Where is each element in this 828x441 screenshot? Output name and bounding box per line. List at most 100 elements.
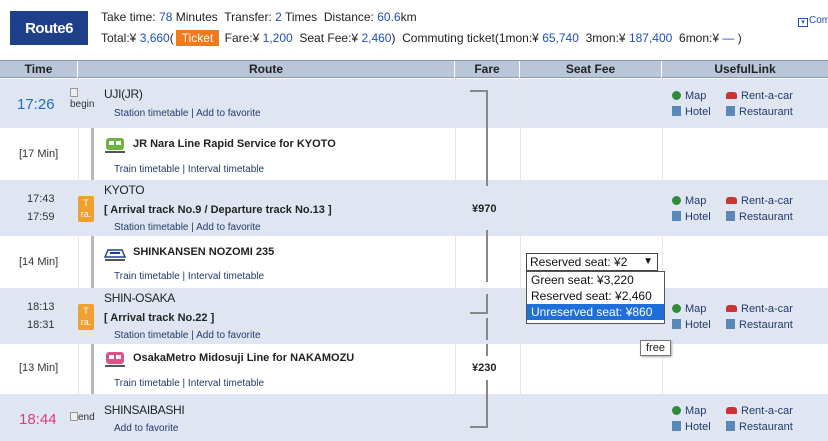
- rent-a-car-link[interactable]: Rent-a-car: [726, 90, 793, 102]
- hotel-link[interactable]: Hotel: [672, 106, 711, 118]
- transfer-value: 2: [275, 10, 282, 24]
- hotel-link-label: Hotel: [685, 421, 711, 433]
- train-links[interactable]: Train timetable | Interval timetable: [114, 164, 264, 175]
- hotel-link[interactable]: Hotel: [672, 211, 711, 223]
- paren-close: ): [391, 31, 396, 45]
- seat-type-select[interactable]: Reserved seat: ¥2 ▼: [526, 253, 658, 271]
- route-summary-header: Route6 Take time: 78 Minutes Transfer: 2…: [0, 0, 828, 56]
- hotel-link-label: Hotel: [685, 106, 711, 118]
- rent-a-car-link-label: Rent-a-car: [741, 405, 793, 417]
- station-links[interactable]: Station timetable | Add to favorite: [114, 330, 261, 341]
- ticket-button[interactable]: Ticket: [175, 30, 220, 46]
- end-paren: ): [737, 31, 742, 45]
- expand-icon: ▾: [798, 18, 808, 27]
- station-links[interactable]: Station timetable | Add to favorite: [114, 222, 261, 233]
- km-label: km: [400, 10, 417, 24]
- rent-a-car-link-label: Rent-a-car: [741, 90, 793, 102]
- restaurant-link[interactable]: Restaurant: [726, 421, 793, 433]
- hotel-icon: [672, 106, 681, 116]
- route-badge: Route6: [10, 11, 88, 45]
- subway-icon: [105, 352, 125, 367]
- restaurant-link[interactable]: Restaurant: [726, 211, 793, 223]
- station-links[interactable]: Add to favorite: [114, 423, 178, 434]
- departure-time: 17:59: [27, 211, 55, 223]
- map-link[interactable]: Map: [672, 90, 706, 102]
- column-divider: [455, 78, 456, 441]
- tooltip: free: [640, 340, 671, 356]
- hotel-icon: [672, 319, 681, 329]
- hotel-link[interactable]: Hotel: [672, 421, 711, 433]
- rent-a-car-link[interactable]: Rent-a-car: [726, 195, 793, 207]
- train-links[interactable]: Train timetable | Interval timetable: [114, 378, 264, 389]
- station-name[interactable]: SHIN-OSAKA: [104, 291, 175, 305]
- car-icon: [726, 92, 737, 99]
- fare-bracket: [486, 230, 488, 240]
- rent-a-car-link[interactable]: Rent-a-car: [726, 303, 793, 315]
- restaurant-icon: [726, 319, 735, 329]
- station-name[interactable]: SHINSAIBASHI: [104, 403, 185, 417]
- train-line-name: OsakaMetro Midosuji Line for NAKAMOZU: [133, 352, 355, 364]
- map-link[interactable]: Map: [672, 405, 706, 417]
- minutes-label: Minutes: [175, 10, 218, 24]
- restaurant-icon: [726, 106, 735, 116]
- mon3-value: 187,400: [628, 31, 673, 45]
- seat-option-unreserved[interactable]: Unreserved seat: ¥860: [527, 304, 664, 320]
- fare-bracket: [486, 318, 488, 340]
- arrival-time: 18:44: [19, 411, 57, 428]
- fare-bracket: [486, 240, 488, 282]
- col-seat-fee: Seat Fee: [520, 61, 662, 79]
- station-name[interactable]: UJI(JR): [104, 87, 143, 101]
- table-header: Time Route Fare Seat Fee UsefulLink: [0, 60, 828, 79]
- car-icon: [726, 197, 737, 204]
- restaurant-link[interactable]: Restaurant: [726, 106, 793, 118]
- train-links[interactable]: Train timetable | Interval timetable: [114, 271, 264, 282]
- begin-image-alt: begin: [70, 99, 95, 110]
- fare-bracket: [486, 132, 488, 174]
- train-line-name: JR Nara Line Rapid Service for KYOTO: [133, 138, 336, 150]
- rent-a-car-link-label: Rent-a-car: [741, 195, 793, 207]
- commuting-pass-link[interactable]: ▾ Com: [798, 15, 828, 27]
- hotel-link[interactable]: Hotel: [672, 319, 711, 331]
- fare-label: Fare:¥: [224, 31, 260, 45]
- hotel-link-label: Hotel: [685, 211, 711, 223]
- station-name[interactable]: KYOTO: [104, 183, 145, 197]
- map-link-label: Map: [685, 195, 707, 207]
- seat-option-reserved[interactable]: Reserved seat: ¥2,460: [527, 288, 664, 304]
- fare-bracket: [486, 344, 488, 356]
- restaurant-link[interactable]: Restaurant: [726, 319, 793, 331]
- paren-open: (: [169, 31, 174, 45]
- col-useful-link: UsefulLink: [714, 62, 776, 76]
- rent-a-car-link[interactable]: Rent-a-car: [726, 405, 793, 417]
- mon1-value: 65,740: [542, 31, 579, 45]
- map-link[interactable]: Map: [672, 303, 706, 315]
- commuting-pass-link-label: Com: [809, 15, 828, 26]
- arrival-time: 18:13: [27, 301, 55, 313]
- distance-label: Distance:: [323, 10, 374, 24]
- take-time-value: 78: [159, 10, 173, 24]
- route-track-line: [91, 344, 94, 394]
- fare-bracket: [470, 394, 488, 428]
- car-icon: [726, 305, 737, 312]
- map-link[interactable]: Map: [672, 195, 706, 207]
- train-line-name: SHINKANSEN NOZOMI 235: [133, 246, 275, 258]
- end-image-alt: end: [78, 412, 95, 423]
- seat-option-green[interactable]: Green seat: ¥3,220: [527, 272, 664, 288]
- fare-value: ¥230: [472, 362, 497, 374]
- globe-icon: [672, 91, 681, 100]
- col-route: Route: [78, 61, 455, 79]
- mon3-label: 3mon:¥: [585, 31, 626, 45]
- mon6-label: 6mon:¥: [679, 31, 720, 45]
- train-icon: [105, 138, 125, 153]
- col-time: Time: [0, 61, 78, 79]
- restaurant-link-label: Restaurant: [739, 421, 793, 433]
- track-info: [ Arrival track No.22 ]: [104, 312, 215, 324]
- station-links[interactable]: Station timetable | Add to favorite: [114, 108, 261, 119]
- dropdown-arrow-icon: ▼: [643, 256, 653, 267]
- ride-duration: [17 Min]: [19, 148, 59, 160]
- map-link-label: Map: [685, 303, 707, 315]
- restaurant-link-label: Restaurant: [739, 319, 793, 331]
- map-link-label: Map: [685, 405, 707, 417]
- globe-icon: [672, 406, 681, 415]
- mon6-value: —: [722, 31, 735, 45]
- column-divider: [520, 78, 521, 441]
